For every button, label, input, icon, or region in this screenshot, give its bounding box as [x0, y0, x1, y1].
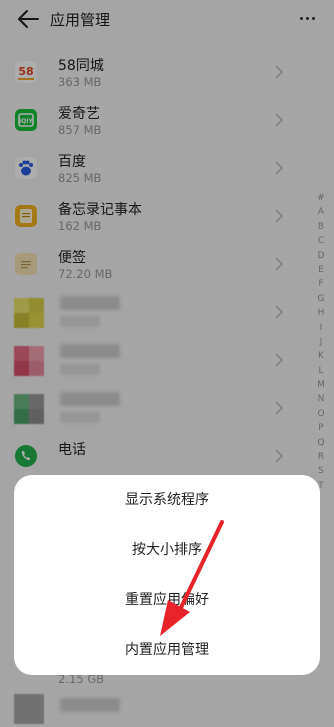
show-system-apps-option[interactable]: 显示系统程序 [14, 475, 320, 525]
builtin-app-management-option[interactable]: 内置应用管理 [14, 625, 320, 675]
reset-app-preferences-option[interactable]: 重置应用偏好 [14, 575, 320, 625]
options-menu: 显示系统程序 按大小排序 重置应用偏好 内置应用管理 [14, 475, 320, 675]
sort-by-size-option[interactable]: 按大小排序 [14, 525, 320, 575]
